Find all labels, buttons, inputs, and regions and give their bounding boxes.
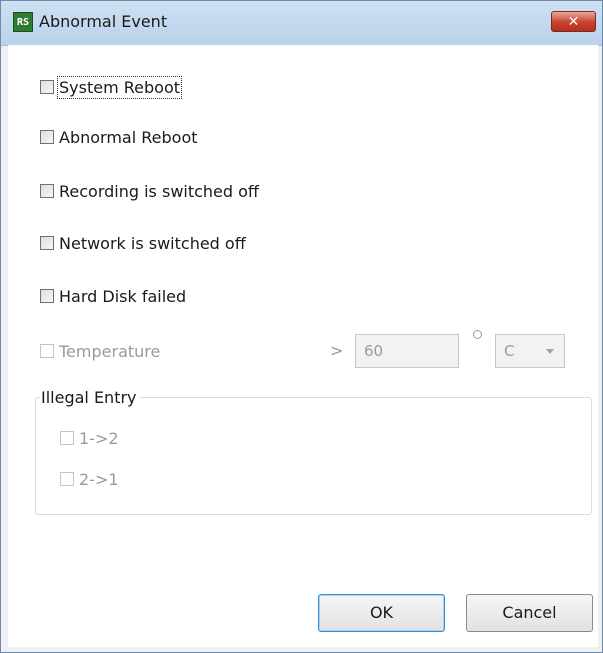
event-label: System Reboot <box>57 75 182 99</box>
option-label: 1->2 <box>79 428 119 448</box>
checkbox[interactable] <box>40 80 54 94</box>
checkbox[interactable] <box>40 289 54 303</box>
unit-selected-value: C <box>504 342 515 360</box>
event-temperature[interactable]: Temperature <box>40 340 160 362</box>
event-recording-switched-off[interactable]: Recording is switched off <box>40 180 259 202</box>
checkbox[interactable] <box>40 130 54 144</box>
event-system-reboot[interactable]: System Reboot <box>40 75 182 99</box>
checkbox[interactable] <box>60 472 74 486</box>
checkbox[interactable] <box>40 236 54 250</box>
temperature-operator: > <box>330 341 344 360</box>
temperature-threshold-input[interactable]: 60 <box>355 334 459 368</box>
cancel-button[interactable]: Cancel <box>466 594 593 632</box>
event-label: Network is switched off <box>59 233 246 253</box>
checkbox[interactable] <box>40 344 54 358</box>
temperature-unit-select[interactable]: C <box>495 334 565 368</box>
close-button[interactable]: ✕ <box>551 11 596 32</box>
illegal-entry-group <box>35 397 592 515</box>
app-logo-icon: RS <box>13 12 33 32</box>
title-bar[interactable]: RS Abnormal Event ✕ <box>1 1 602 46</box>
illegal-entry-option-1-2[interactable]: 1->2 <box>60 427 119 449</box>
event-abnormal-reboot[interactable]: Abnormal Reboot <box>40 126 198 148</box>
checkbox[interactable] <box>40 184 54 198</box>
degree-icon <box>473 330 482 339</box>
temperature-label: Temperature <box>59 341 161 361</box>
event-label: Hard Disk failed <box>59 286 187 306</box>
chevron-down-icon[interactable] <box>546 349 554 354</box>
checkbox[interactable] <box>60 431 74 445</box>
window-title: Abnormal Event <box>39 12 168 31</box>
illegal-entry-legend: Illegal Entry <box>40 388 140 407</box>
event-network-switched-off[interactable]: Network is switched off <box>40 232 246 254</box>
event-label: Abnormal Reboot <box>59 127 198 147</box>
option-label: 2->1 <box>79 469 119 489</box>
illegal-entry-option-2-1[interactable]: 2->1 <box>60 468 119 490</box>
event-label: Recording is switched off <box>59 181 259 201</box>
ok-button[interactable]: OK <box>318 594 445 632</box>
event-hard-disk-failed[interactable]: Hard Disk failed <box>40 285 186 307</box>
